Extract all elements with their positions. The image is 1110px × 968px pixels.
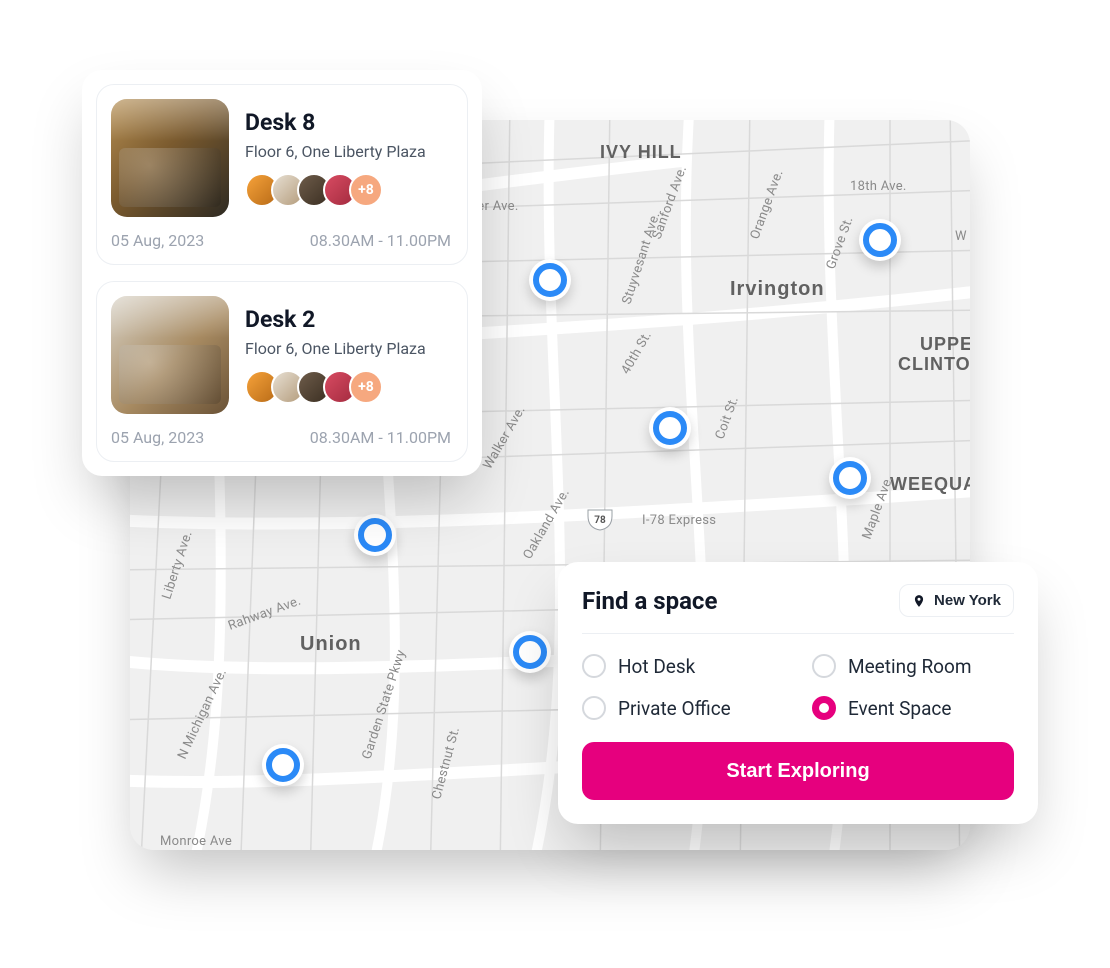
space-type-option[interactable]: Private Office	[582, 696, 784, 720]
map-marker[interactable]	[509, 631, 551, 673]
map-marker[interactable]	[829, 457, 871, 499]
map-label-irvington: Irvington	[730, 278, 825, 300]
map-marker[interactable]	[649, 407, 691, 449]
map-label-w: W	[955, 229, 967, 244]
space-type-option[interactable]: Meeting Room	[812, 654, 1014, 678]
map-label-18th: 18th Ave.	[850, 179, 907, 194]
attendee-avatars: +8	[245, 370, 426, 404]
city-label: New York	[934, 592, 1001, 609]
map-label-ivy-hill: IVY HILL	[600, 142, 682, 162]
location-pin-icon	[912, 594, 926, 608]
radio-icon	[582, 696, 606, 720]
map-label-monroe: Monroe Ave	[160, 834, 232, 849]
map-label-union: Union	[300, 633, 362, 655]
map-marker[interactable]	[859, 219, 901, 261]
map-marker[interactable]	[262, 744, 304, 786]
map-marker[interactable]	[529, 259, 571, 301]
space-type-label: Event Space	[848, 697, 951, 720]
map-label-weequah: WEEQUAH	[890, 474, 970, 494]
space-type-option[interactable]: Hot Desk	[582, 654, 784, 678]
booking-date: 05 Aug, 2023	[111, 428, 204, 447]
booking-thumbnail	[111, 296, 229, 414]
find-space-panel: Find a space New York Hot Desk Meeting Ro…	[558, 562, 1038, 824]
booking-title: Desk 8	[245, 109, 426, 136]
booking-panel: Desk 8 Floor 6, One Liberty Plaza +8 05 Aug…	[82, 70, 482, 476]
radio-icon	[812, 654, 836, 678]
booking-time: 08.30AM - 11.00PM	[310, 231, 451, 250]
find-space-title: Find a space	[582, 587, 717, 615]
map-label-i78: I-78 Express	[642, 513, 716, 528]
booking-date: 05 Aug, 2023	[111, 231, 204, 250]
radio-icon	[812, 696, 836, 720]
city-selector[interactable]: New York	[899, 584, 1014, 617]
booking-thumbnail	[111, 99, 229, 217]
attendee-avatars: +8	[245, 173, 426, 207]
space-type-option[interactable]: Event Space	[812, 696, 1014, 720]
booking-title: Desk 2	[245, 306, 426, 333]
booking-card[interactable]: Desk 8 Floor 6, One Liberty Plaza +8 05 Aug…	[96, 84, 468, 265]
space-type-label: Meeting Room	[848, 655, 972, 678]
booking-location: Floor 6, One Liberty Plaza	[245, 142, 426, 161]
space-type-label: Hot Desk	[618, 655, 695, 678]
avatar-more-count: +8	[349, 370, 383, 404]
radio-icon	[582, 654, 606, 678]
avatar-more-count: +8	[349, 173, 383, 207]
booking-card[interactable]: Desk 2 Floor 6, One Liberty Plaza +8 05 Aug…	[96, 281, 468, 462]
map-marker[interactable]	[354, 514, 396, 556]
booking-location: Floor 6, One Liberty Plaza	[245, 339, 426, 358]
booking-time: 08.30AM - 11.00PM	[310, 428, 451, 447]
space-type-label: Private Office	[618, 697, 731, 720]
svg-text:78: 78	[594, 515, 606, 526]
start-exploring-button[interactable]: Start Exploring	[582, 742, 1014, 800]
